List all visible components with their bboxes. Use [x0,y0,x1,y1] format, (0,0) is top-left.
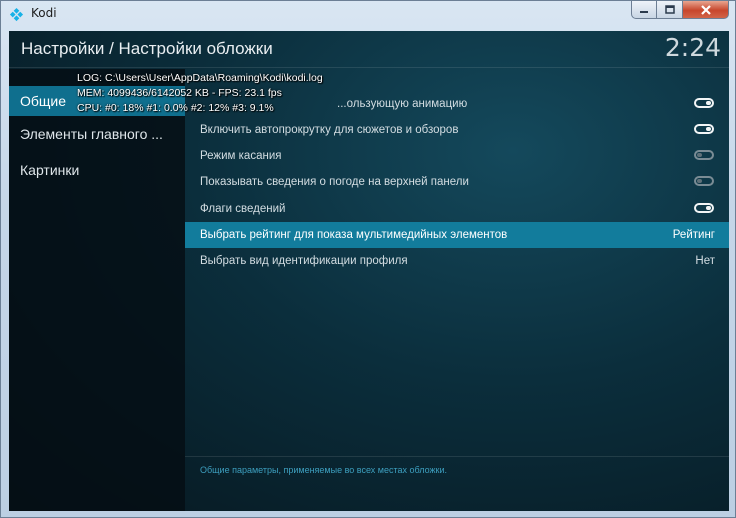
kodi-window: Kodi Настройки / Настройки обложки 2:24 … [0,0,736,518]
sidebar-item-pictures[interactable]: Картинки [9,155,185,185]
kodi-icon [9,7,24,22]
setting-label: Выбрать рейтинг для показа мультимедийны… [200,229,508,241]
debug-log-path: LOG: C:\Users\User\AppData\Roaming\Kodi\… [77,72,323,84]
debug-cpu: CPU: #0: 18% #1: 0.0% #2: 12% #3: 9.1% [77,102,274,114]
toggle-switch-on[interactable] [694,98,714,108]
close-icon [700,4,711,15]
window-controls [631,1,729,21]
setting-row-weather-info[interactable]: Показывать сведения о погоде на верхней … [185,169,729,195]
page-title: Настройки / Настройки обложки [21,39,273,58]
setting-value: Нет [695,255,715,267]
window-title: Kodi [31,6,57,20]
title-bar[interactable]: Kodi [1,1,735,27]
toggle-switch-on[interactable] [694,124,714,134]
sidebar-item-home-elements[interactable]: Элементы главного ... [9,119,185,149]
setting-label: Включить автопрокрутку для сюжетов и обз… [200,124,459,136]
setting-row-autoscroll[interactable]: Включить автопрокрутку для сюжетов и обз… [185,117,729,143]
setting-value: Рейтинг [672,229,715,241]
toggle-switch-on[interactable] [694,203,714,213]
kodi-client-area: Настройки / Настройки обложки 2:24 Общие… [9,31,729,511]
setting-row-info-flags[interactable]: Флаги сведений [185,196,729,222]
settings-category-sidebar: Общие Элементы главного ... Картинки [9,69,185,511]
footer-divider [185,456,729,457]
setting-row-profile-identification[interactable]: Выбрать вид идентификации профиля Нет [185,248,729,274]
setting-label: Показывать сведения о погоде на верхней … [200,176,469,188]
setting-row-rating[interactable]: Выбрать рейтинг для показа мультимедийны… [185,222,729,248]
minimize-icon [640,10,648,13]
minimize-button[interactable] [631,1,657,19]
setting-label: Режим касания [200,150,282,162]
maximize-icon [664,5,675,14]
header-divider [9,67,729,68]
toggle-switch-off[interactable] [694,150,714,160]
debug-memory-fps: MEM: 4099436/6142052 KB - FPS: 23.1 fps [77,87,282,99]
setting-description: Общие параметры, применяемые во всех мес… [200,465,447,475]
maximize-button[interactable] [657,1,683,19]
close-button[interactable] [683,1,729,19]
setting-label: Флаги сведений [200,203,286,215]
setting-row-touch-mode[interactable]: Режим касания [185,143,729,169]
debug-overlay: LOG: C:\Users\User\AppData\Roaming\Kodi\… [77,71,323,116]
toggle-switch-off[interactable] [694,176,714,186]
clock: 2:24 [664,33,721,62]
setting-label: Выбрать вид идентификации профиля [200,255,408,267]
